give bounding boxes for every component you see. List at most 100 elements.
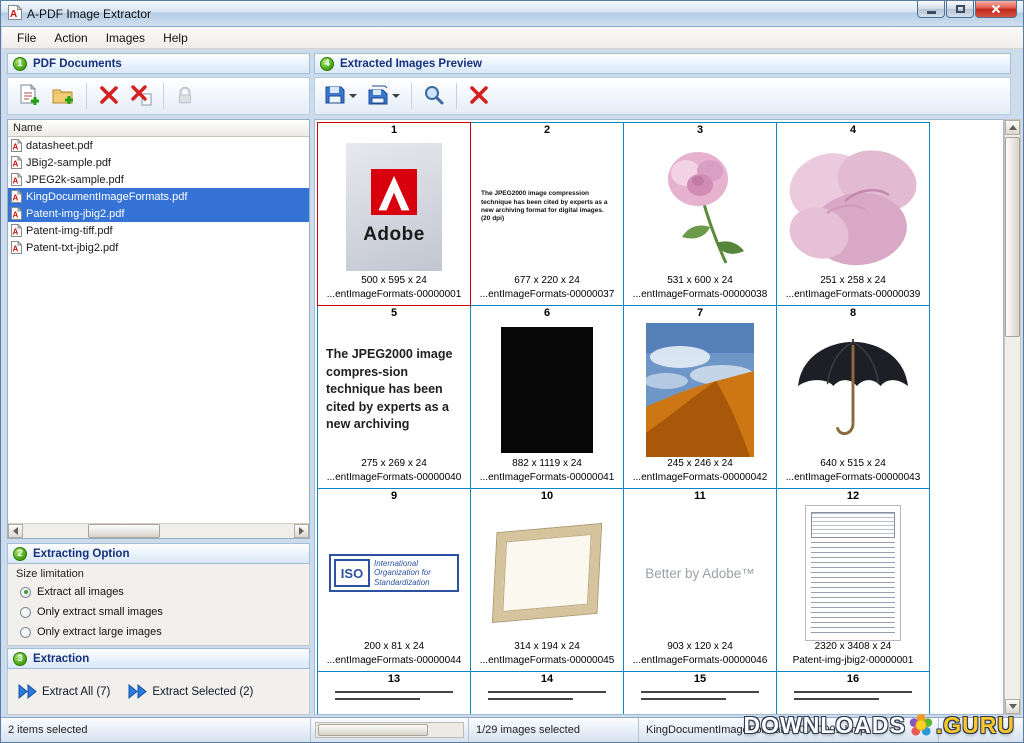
thumbnail-dimensions: 640 x 515 x 24: [820, 458, 886, 472]
menu-item-file[interactable]: File: [8, 28, 45, 48]
jpeg2000-text-image: The JPEG2000 image compres-sion techniqu…: [326, 346, 462, 434]
thumbnail-cell[interactable]: 5 The JPEG2000 image compres-sion techniq…: [317, 305, 471, 489]
pdf-list-hscrollbar[interactable]: [8, 523, 309, 538]
minimize-button[interactable]: [917, 1, 945, 18]
radio-option[interactable]: Only extract large images: [16, 622, 309, 642]
thumbnail-filename: ...entImageFormats-00000045: [480, 655, 615, 669]
desert-image: [646, 323, 754, 457]
toolbar-separator: [411, 83, 412, 109]
radio-label: Only extract small images: [37, 606, 163, 618]
dropdown-arrow-icon[interactable]: [349, 94, 357, 98]
status-hscroll-thumb[interactable]: [318, 724, 428, 736]
svg-text:A: A: [13, 194, 19, 203]
svg-text:A: A: [10, 9, 17, 20]
thumbnail-cell[interactable]: 15: [623, 671, 777, 715]
thumbnail-cell[interactable]: 13: [317, 671, 471, 715]
thumbnail-image: Better by Adobe™: [625, 505, 775, 641]
file-row[interactable]: APatent-img-jbig2.pdf: [8, 205, 309, 222]
thumbnail-image: [625, 139, 775, 275]
thumbnail-cell[interactable]: 9ISOInternational Organization for Stand…: [317, 488, 471, 672]
thumbnail-dimensions: 245 x 246 x 24: [667, 458, 733, 472]
thumbnail-cell[interactable]: 4251 x 258 x 24...entImageFormats-000000…: [776, 122, 930, 306]
file-row[interactable]: AJPEG2k-sample.pdf: [8, 171, 309, 188]
thumbnail-dimensions: 677 x 220 x 24: [514, 275, 580, 289]
maximize-button[interactable]: [946, 1, 974, 18]
thumbnail-number: 2: [544, 124, 550, 139]
thumbnail-cell[interactable]: 3531 x 600 x 24...entImageFormats-000000…: [623, 122, 777, 306]
hscroll-thumb[interactable]: [88, 524, 160, 538]
thumbnail-image: [625, 322, 775, 458]
thumbnail-cell[interactable]: 2The JPEG2000 image compression techniqu…: [470, 122, 624, 306]
file-row[interactable]: AJBig2-sample.pdf: [8, 154, 309, 171]
partial-image: [335, 688, 453, 700]
dropdown-arrow-icon[interactable]: [392, 94, 400, 98]
menu-bar: FileActionImagesHelp: [2, 27, 1024, 49]
add-pdf-button[interactable]: [14, 80, 44, 113]
adobe-logo-icon: [371, 169, 417, 215]
thumbnail-cell[interactable]: 14: [470, 671, 624, 715]
radio-button[interactable]: [20, 607, 31, 618]
file-row[interactable]: APatent-img-tiff.pdf: [8, 222, 309, 239]
delete-button[interactable]: [465, 81, 493, 112]
remove-all-button[interactable]: [127, 81, 155, 112]
step-badge-1: 1: [13, 57, 27, 71]
thumbnail-cell[interactable]: 8640 x 515 x 24...entImageFormats-000000…: [776, 305, 930, 489]
name-column-header[interactable]: Name: [8, 120, 309, 137]
radio-option[interactable]: Only extract small images: [16, 602, 309, 622]
extract-selected-button[interactable]: Extract Selected (2): [128, 684, 253, 699]
extraction-header: 3 Extraction: [7, 648, 310, 669]
extracting-option-title: Extracting Option: [33, 548, 129, 560]
scroll-right-arrow[interactable]: [294, 524, 309, 538]
thumbnail-cell[interactable]: 122320 x 3408 x 24Patent-img-jbig2-00000…: [776, 488, 930, 672]
thumbnail-number: 5: [391, 307, 397, 322]
thumbnail-cell[interactable]: 11Better by Adobe™903 x 120 x 24...entIm…: [623, 488, 777, 672]
zoom-button[interactable]: [420, 81, 448, 112]
extract-all-button[interactable]: Extract All (7): [18, 684, 110, 699]
menu-item-help[interactable]: Help: [154, 28, 197, 48]
add-folder-icon: [51, 83, 75, 110]
file-name: Patent-txt-jbig2.pdf: [26, 242, 118, 254]
pdf-file-icon: A: [11, 207, 22, 220]
status-items-selected: 2 items selected: [1, 718, 311, 742]
menu-item-images[interactable]: Images: [97, 28, 154, 48]
step-badge-2: 2: [13, 547, 27, 561]
preview-header: 4 Extracted Images Preview: [314, 53, 1011, 74]
vscroll-thumb[interactable]: [1005, 137, 1020, 337]
thumbnail-image: Adobe: [319, 139, 469, 275]
radio-button[interactable]: [20, 627, 31, 638]
zoom-icon: [423, 84, 445, 109]
status-hscrollbar[interactable]: [311, 718, 469, 742]
radio-option[interactable]: Extract all images: [16, 582, 309, 602]
thumbnail-cell[interactable]: 10314 x 194 x 24...entImageFormats-00000…: [470, 488, 624, 672]
thumbnail-cell[interactable]: 16: [776, 671, 930, 715]
thumbnail-number: 8: [850, 307, 856, 322]
menu-item-action[interactable]: Action: [45, 28, 96, 48]
radio-button[interactable]: [20, 587, 31, 598]
pdf-file-icon: A: [11, 241, 22, 254]
remove-button[interactable]: [95, 81, 123, 112]
thumbnail-image: [472, 505, 622, 641]
add-folder-button[interactable]: [48, 80, 78, 113]
save-button[interactable]: [321, 81, 360, 112]
scroll-left-arrow[interactable]: [8, 524, 23, 538]
remove-all-icon: [130, 84, 152, 109]
size-limitation-options: Extract all images Only extract small ima…: [16, 582, 309, 642]
pdf-documents-header: 1 PDF Documents: [7, 53, 310, 74]
save-all-button[interactable]: [364, 81, 403, 112]
preview-vscrollbar[interactable]: [1004, 119, 1021, 715]
thumbnail-number: 11: [694, 490, 706, 505]
file-row[interactable]: Adatasheet.pdf: [8, 137, 309, 154]
scroll-up-arrow[interactable]: [1005, 120, 1020, 135]
close-button[interactable]: [975, 1, 1017, 18]
delete-icon: [468, 84, 490, 109]
file-row[interactable]: AKingDocumentImageFormats.pdf: [8, 188, 309, 205]
file-row[interactable]: A Patent-txt-jbig2.pdf: [8, 239, 309, 256]
svg-text:A: A: [13, 228, 19, 237]
svg-text:A: A: [13, 160, 19, 169]
thumbnail-cell[interactable]: 1Adobe500 x 595 x 24...entImageFormats-0…: [317, 122, 471, 306]
thumbnail-cell[interactable]: 7245 x 246 x 24...entImageFormats-000000…: [623, 305, 777, 489]
save-icon: [324, 84, 346, 109]
thumbnail-filename: ...entImageFormats-00000038: [633, 289, 768, 303]
thumbnail-cell[interactable]: 6882 x 1119 x 24...entImageFormats-00000…: [470, 305, 624, 489]
radio-label: Only extract large images: [37, 626, 162, 638]
